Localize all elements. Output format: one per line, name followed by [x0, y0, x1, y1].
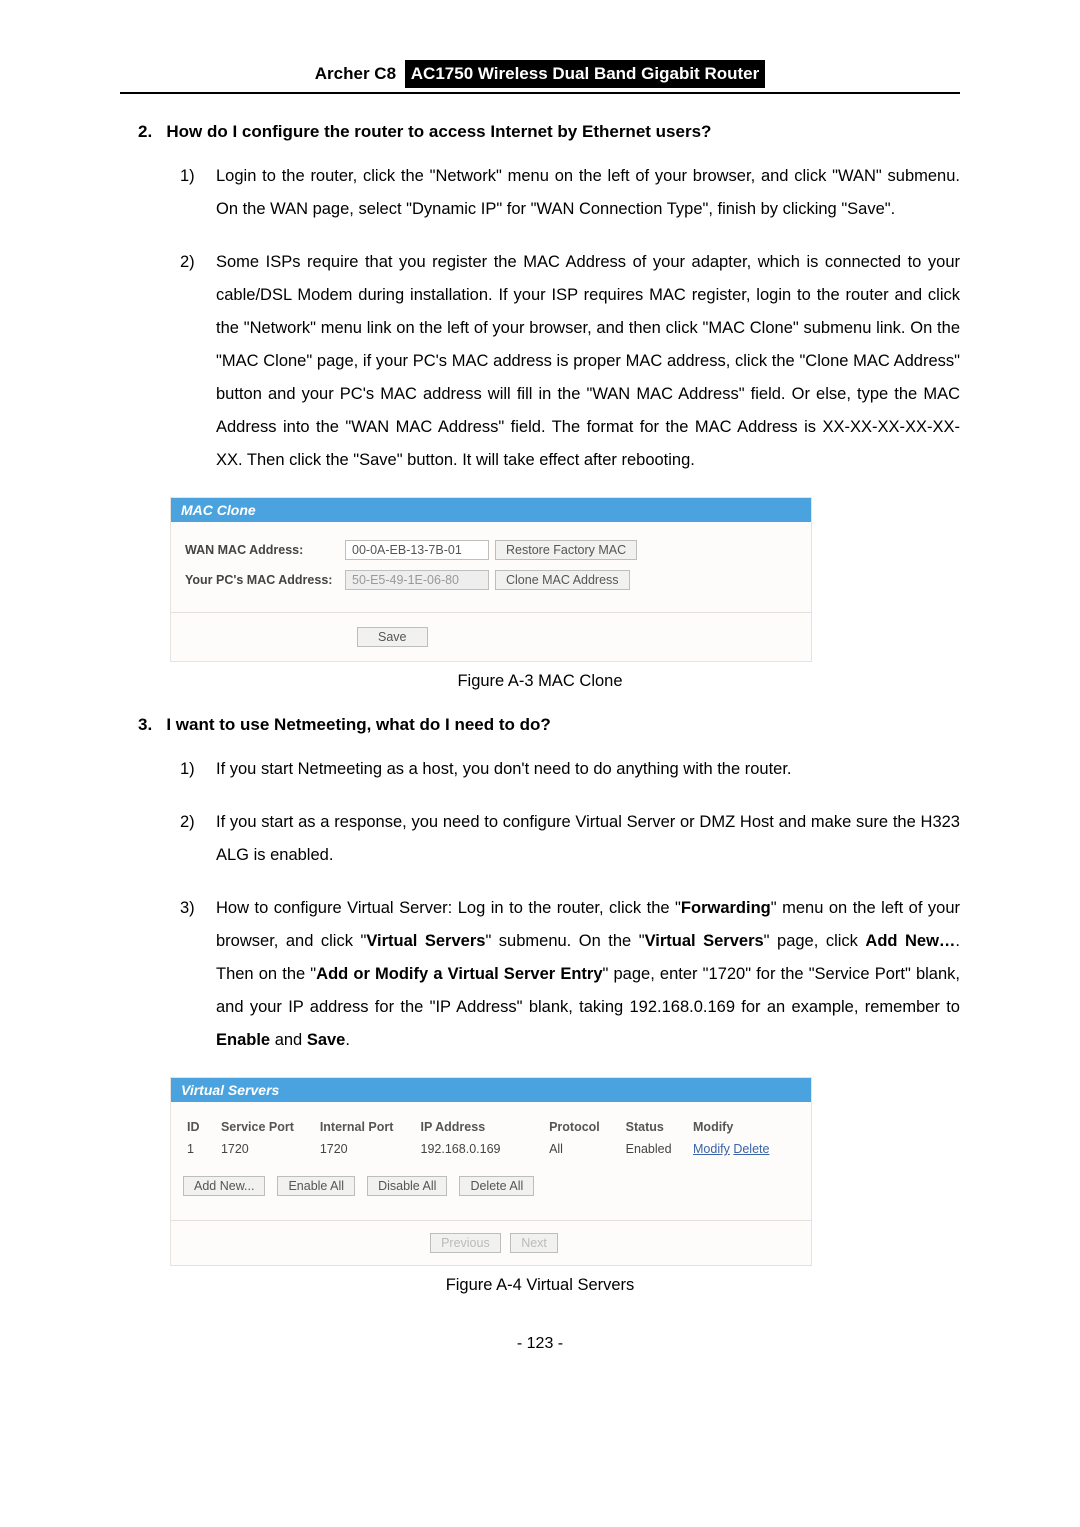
cell-id: 1	[183, 1140, 217, 1158]
cell-ip-address: 192.168.0.169	[417, 1140, 546, 1158]
q3-title: I want to use Netmeeting, what do I need…	[166, 715, 550, 734]
disable-all-button[interactable]: Disable All	[367, 1176, 447, 1196]
q3-heading: 3. I want to use Netmeeting, what do I n…	[138, 715, 960, 735]
step-text: Login to the router, click the "Network"…	[216, 160, 960, 226]
restore-factory-mac-button[interactable]: Restore Factory MAC	[495, 540, 637, 560]
col-status: Status	[622, 1118, 689, 1136]
panel-title: Virtual Servers	[171, 1078, 811, 1102]
save-button[interactable]: Save	[357, 627, 428, 647]
q2-title: How do I configure the router to access …	[166, 122, 711, 141]
q2-heading: 2. How do I configure the router to acce…	[138, 122, 960, 142]
col-internal-port: Internal Port	[316, 1118, 417, 1136]
clone-mac-address-button[interactable]: Clone MAC Address	[495, 570, 630, 590]
q3-step: 3) How to configure Virtual Server: Log …	[180, 892, 960, 1057]
panel-title: MAC Clone	[171, 498, 811, 522]
mac-clone-panel: MAC Clone WAN MAC Address: Restore Facto…	[170, 497, 812, 662]
enable-all-button[interactable]: Enable All	[277, 1176, 355, 1196]
wan-mac-row: WAN MAC Address: Restore Factory MAC	[185, 540, 797, 560]
col-ip-address: IP Address	[417, 1118, 546, 1136]
q2-step: 1) Login to the router, click the "Netwo…	[180, 160, 960, 226]
figure-caption-a3: Figure A-3 MAC Clone	[120, 672, 960, 691]
q3-step: 2) If you start as a response, you need …	[180, 806, 960, 872]
q3-number: 3.	[138, 715, 152, 734]
product-label: AC1750 Wireless Dual Band Gigabit Router	[405, 60, 765, 88]
step-text: How to configure Virtual Server: Log in …	[216, 892, 960, 1057]
pc-mac-input	[345, 570, 489, 590]
delete-all-button[interactable]: Delete All	[459, 1176, 534, 1196]
pc-mac-label: Your PC's MAC Address:	[185, 573, 345, 587]
q2-number: 2.	[138, 122, 152, 141]
col-modify: Modify	[689, 1118, 799, 1136]
step-number: 2)	[180, 246, 216, 477]
cell-internal-port: 1720	[316, 1140, 417, 1158]
col-id: ID	[183, 1118, 217, 1136]
modify-link[interactable]: Modify	[693, 1142, 730, 1156]
col-protocol: Protocol	[545, 1118, 622, 1136]
delete-link[interactable]: Delete	[733, 1142, 769, 1156]
step-number: 2)	[180, 806, 216, 872]
cell-service-port: 1720	[217, 1140, 316, 1158]
model-label: Archer C8	[315, 64, 396, 83]
vs-table-header: ID Service Port Internal Port IP Address…	[183, 1118, 799, 1136]
q2-step: 2) Some ISPs require that you register t…	[180, 246, 960, 477]
virtual-servers-panel: Virtual Servers ID Service Port Internal…	[170, 1077, 812, 1266]
q3-step: 1) If you start Netmeeting as a host, yo…	[180, 753, 960, 786]
pc-mac-row: Your PC's MAC Address: Clone MAC Address	[185, 570, 797, 590]
step-text: If you start as a response, you need to …	[216, 806, 960, 872]
step-text: Some ISPs require that you register the …	[216, 246, 960, 477]
previous-button: Previous	[430, 1233, 501, 1253]
figure-caption-a4: Figure A-4 Virtual Servers	[120, 1276, 960, 1295]
step-number: 1)	[180, 160, 216, 226]
add-new-button[interactable]: Add New...	[183, 1176, 265, 1196]
page-header: Archer C8 AC1750 Wireless Dual Band Giga…	[120, 60, 960, 94]
cell-protocol: All	[545, 1140, 622, 1158]
vs-table-row: 1 1720 1720 192.168.0.169 All Enabled Mo…	[183, 1140, 799, 1158]
next-button: Next	[510, 1233, 558, 1253]
col-service-port: Service Port	[217, 1118, 316, 1136]
step-text: If you start Netmeeting as a host, you d…	[216, 753, 960, 786]
wan-mac-label: WAN MAC Address:	[185, 543, 345, 557]
step-number: 3)	[180, 892, 216, 1057]
cell-status: Enabled	[622, 1140, 689, 1158]
wan-mac-input[interactable]	[345, 540, 489, 560]
step-number: 1)	[180, 753, 216, 786]
page-number: - 123 -	[120, 1335, 960, 1353]
